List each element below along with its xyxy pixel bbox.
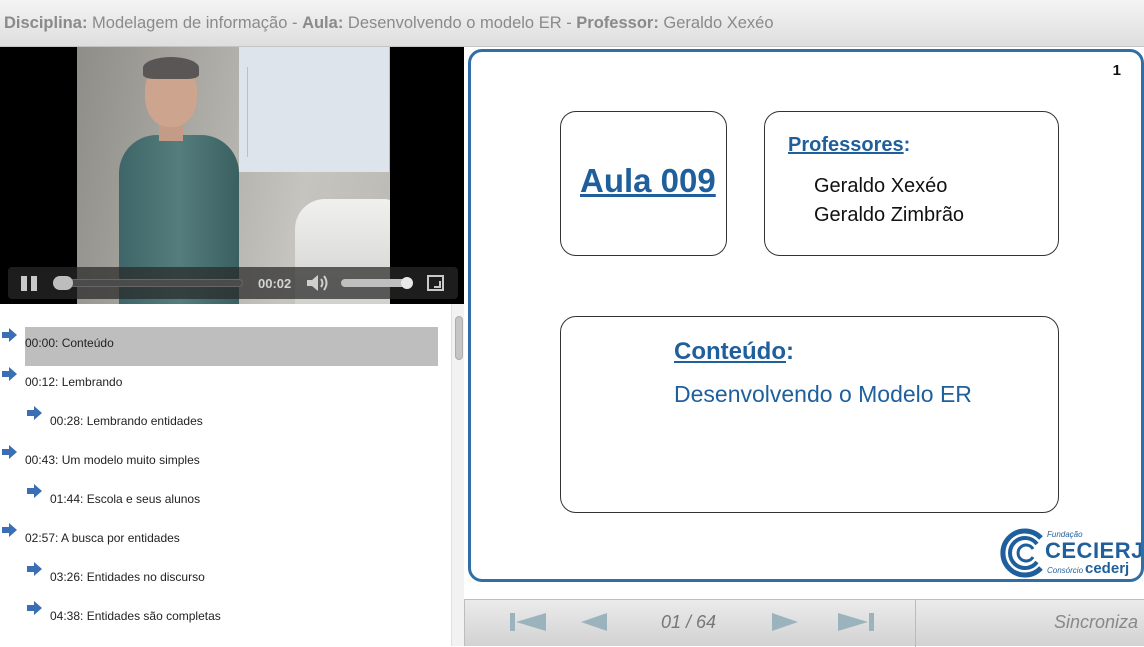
next-slide-icon[interactable] [771,611,799,633]
chapter-item[interactable]: 00:28: Lembrando entidades [0,405,440,444]
chapter-label: 03:26: Entidades no discurso [50,570,205,584]
professors-heading-text: Professores [788,134,904,156]
professor-name: Geraldo Xexéo [814,175,948,197]
professor-label: Professor: [576,14,659,32]
professors-box: Professores: Geraldo Xexéo Geraldo Zimbr… [764,111,1059,256]
chapter-arrow-icon [27,601,42,615]
page-indicator: 01 / 64 [661,612,717,632]
cecierj-logo: Fundação CECIERJ Consórcio cederj [989,524,1141,579]
progress-handle[interactable] [53,276,73,290]
chapter-arrow-icon [27,562,42,576]
chapter-list: 00:00: Conteúdo 00:12: Lembrando 00:28: Le… [0,304,464,646]
previous-slide-icon[interactable] [580,611,608,633]
volume-icon[interactable] [306,274,332,292]
slide-area: 1 Aula 009 Professores: Geraldo Xexéo Ge… [464,47,1144,599]
professor-name: Geraldo Zimbrão [814,204,965,226]
chapter-label: 00:28: Lembrando entidades [50,414,203,428]
scroll-thumb[interactable] [455,316,463,360]
cecierj-swirl-icon [1000,528,1043,578]
slide: 1 Aula 009 Professores: Geraldo Xexéo Ge… [468,49,1144,582]
logo-cederj-text: cederj [1085,560,1130,577]
chapter-item[interactable]: 02:57: A busca por entidades [0,522,440,561]
progress-bar[interactable] [53,279,243,287]
chapter-label: 00:12: Lembrando [25,375,123,389]
video-controls: 00:02 [8,267,458,299]
volume-slider[interactable] [341,279,409,287]
chapter-arrow-icon [27,406,42,420]
chapter-item[interactable]: 00:00: Conteúdo [0,327,440,366]
chapter-label: 04:38: Entidades são completas [50,609,221,623]
chapter-item[interactable]: 03:26: Entidades no discurso [0,561,440,600]
chapter-item[interactable]: 04:38: Entidades são completas [0,600,440,639]
chapter-arrow-icon [2,367,17,381]
lesson-header: Disciplina: Modelagem de informação - Au… [0,0,1144,47]
video-frame[interactable] [77,47,390,304]
first-slide-icon[interactable] [509,611,547,633]
content-heading: Conteúdo: [674,338,794,366]
content-box: Conteúdo: Desenvolvendo o Modelo ER [560,316,1059,513]
chapter-arrow-icon [2,445,17,459]
pause-icon[interactable] [21,276,39,291]
nav-divider [915,600,916,647]
chapter-scrollbar[interactable] [451,304,464,646]
chapter-arrow-icon [27,484,42,498]
projected-slide [239,47,389,172]
logo-consorcio-text: Consórcio [1047,566,1084,575]
fullscreen-icon[interactable] [427,275,444,291]
lesson-title: Aula 009 [580,162,716,199]
lesson-label: Aula: [302,14,344,32]
volume-handle[interactable] [401,277,413,289]
professors-heading: Professores: [788,134,910,157]
professors-heading-colon: : [903,134,911,156]
sync-button[interactable]: Sincroniza [1054,612,1138,633]
slide-number: 1 [1112,62,1121,79]
presenter-hair [143,57,199,79]
last-slide-icon[interactable] [837,611,875,633]
slide-navigation: 01 / 64 Sincroniza [464,599,1144,647]
chapter-label: 01:44: Escola e seus alunos [50,492,201,506]
lesson-value: Desenvolvendo o modelo ER - [347,14,572,32]
discipline-value: Modelagem de informação - [92,14,298,32]
chapter-label: 00:43: Um modelo muito simples [25,453,200,467]
chapter-arrow-icon [2,523,17,537]
chapter-label: 02:57: A busca por entidades [25,531,180,545]
title-box: Aula 009 [560,111,727,256]
content-heading-colon: : [785,338,794,365]
time-display: 00:02 [258,276,292,291]
professor-value: Geraldo Xexéo [663,14,774,32]
content-heading-text: Conteúdo [674,338,786,365]
chapter-item[interactable]: 00:43: Um modelo muito simples [0,444,440,483]
chapter-label: 00:00: Conteúdo [25,336,114,350]
content-text: Desenvolvendo o Modelo ER [674,381,972,407]
chapter-item[interactable]: 00:12: Lembrando [0,366,440,405]
chapter-item[interactable]: 01:44: Escola e seus alunos [0,483,440,522]
chapter-arrow-icon [2,328,17,342]
video-player[interactable]: 00:02 [0,47,464,304]
discipline-label: Disciplina: [4,14,88,32]
